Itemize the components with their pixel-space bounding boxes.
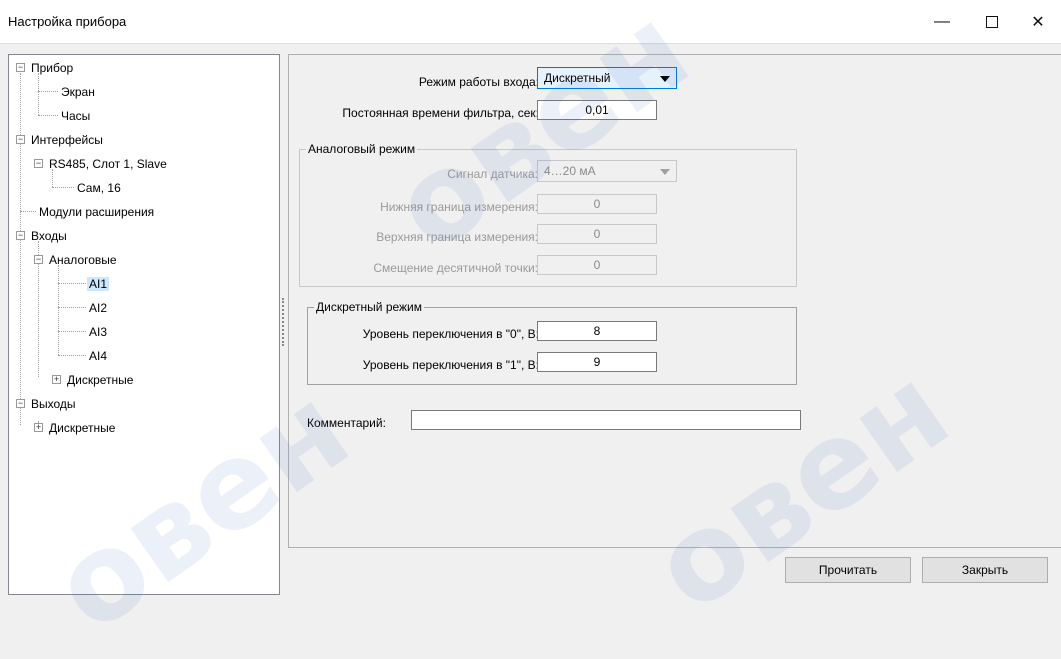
tree-item-discrete-outputs[interactable]: Дискретные [47,417,117,439]
upper-bound-label: Верхняя граница измерения: [376,230,538,244]
tree-item-rs485[interactable]: RS485, Слот 1, Slave [47,153,169,175]
read-button[interactable]: Прочитать [785,557,911,583]
tree-item-inputs[interactable]: Входы [29,225,69,247]
lower-bound-label: Нижняя граница измерения: [380,200,538,214]
close-window-button[interactable]: ✕ [1015,0,1061,44]
title-bar: Настройка прибора — ✕ [0,0,1061,44]
tree-item-screen[interactable]: Экран [59,81,97,103]
tree-item-ai3[interactable]: AI3 [87,321,109,343]
collapse-icon[interactable]: − [16,63,25,72]
tree-line [58,265,59,355]
collapse-icon[interactable]: − [16,399,25,408]
level0-input[interactable]: 8 [537,321,657,341]
comment-input[interactable] [411,410,801,430]
device-tree[interactable]: − − − − − + − + Прибор Экран Часы Интерф… [8,54,280,595]
maximize-button[interactable] [969,0,1015,44]
chevron-down-icon [660,169,670,175]
sensor-signal-label: Сигнал датчика: [447,167,538,181]
tree-line [58,331,86,332]
analog-mode-title: Аналоговый режим [306,142,418,156]
tree-item-interfaces[interactable]: Интерфейсы [29,129,105,151]
tree-item-ai2[interactable]: AI2 [87,297,109,319]
sensor-signal-value: 4…20 мА [544,164,596,178]
tree-line [20,73,21,425]
tree-line [52,187,74,188]
window-title: Настройка прибора [8,14,127,29]
collapse-icon[interactable]: − [34,159,43,168]
decimal-offset-label: Смещение десятичной точки: [373,261,538,275]
level1-input[interactable]: 9 [537,352,657,372]
tree-line [58,307,86,308]
tree-line [38,115,58,116]
collapse-icon[interactable]: − [34,255,43,264]
discrete-mode-group: Дискретный режим [307,300,797,385]
filter-time-input[interactable]: 0,01 [537,100,657,120]
tree-line [58,283,86,284]
upper-bound-input[interactable]: 0 [537,224,657,244]
lower-bound-input[interactable]: 0 [537,194,657,214]
collapse-icon[interactable]: − [16,231,25,240]
tree-item-outputs[interactable]: Выходы [29,393,78,415]
close-button[interactable]: Закрыть [922,557,1048,583]
tree-item-discrete-inputs[interactable]: Дискретные [65,369,135,391]
tree-line [38,91,58,92]
level0-label: Уровень переключения в "0", В: [362,327,539,341]
settings-panel: Режим работы входа: Дискретный Постоянна… [288,54,1061,548]
tree-line [38,73,39,115]
tree-item-self-16[interactable]: Сам, 16 [75,177,123,199]
tree-item-device[interactable]: Прибор [29,57,75,79]
tree-line [20,211,36,212]
minimize-icon: — [934,13,950,30]
maximize-icon [986,16,998,28]
mode-label: Режим работы входа: [418,75,539,89]
chevron-down-icon [660,76,670,82]
decimal-offset-input[interactable]: 0 [537,255,657,275]
minimize-button[interactable]: — [919,0,965,44]
tree-item-clock[interactable]: Часы [59,105,92,127]
expand-icon[interactable]: + [34,423,43,432]
tree-item-ai4[interactable]: AI4 [87,345,109,367]
mode-select[interactable]: Дискретный [537,67,677,89]
tree-item-ai1[interactable]: AI1 [87,273,110,295]
collapse-icon[interactable]: − [16,135,25,144]
splitter-handle[interactable] [282,298,284,346]
comment-label: Комментарий: [307,416,386,430]
discrete-mode-title: Дискретный режим [314,300,425,314]
filter-label: Постоянная времени фильтра, сек: [342,106,539,120]
tree-item-analog-inputs[interactable]: Аналоговые [47,249,119,271]
mode-select-value: Дискретный [544,71,611,85]
close-icon: ✕ [1031,14,1045,31]
tree-item-expansion-modules[interactable]: Модули расширения [37,201,156,223]
level1-label: Уровень переключения в "1", В: [362,358,539,372]
sensor-signal-select[interactable]: 4…20 мА [537,160,677,182]
tree-line [58,355,86,356]
expand-icon[interactable]: + [52,375,61,384]
